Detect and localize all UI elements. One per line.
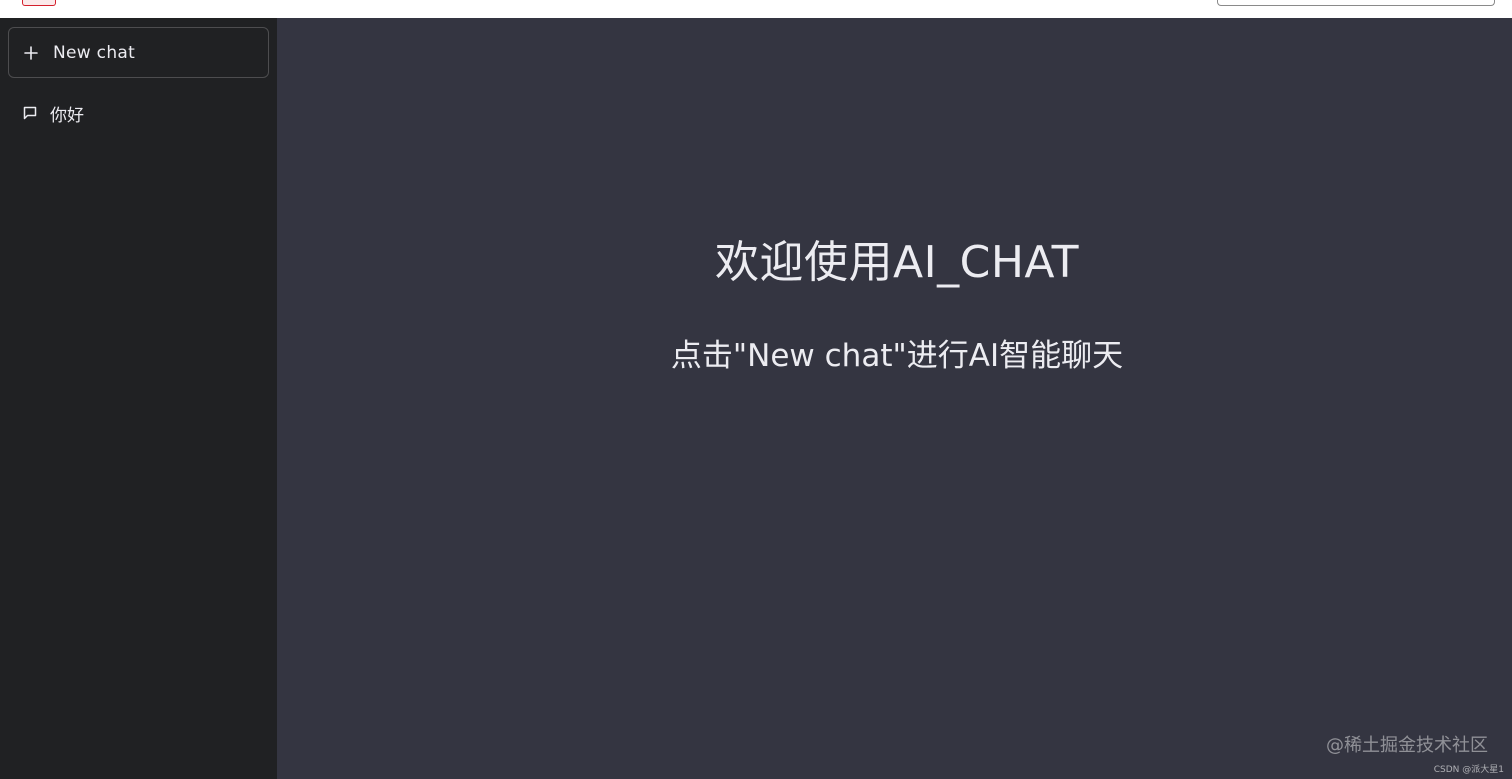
chat-list-item-label: 你好: [50, 105, 84, 126]
welcome-title: 欢迎使用AI_CHAT: [715, 237, 1079, 288]
logo[interactable]: [22, 0, 56, 6]
message-square-icon: [22, 105, 38, 121]
watermark-juejin: @稀土掘金技术社区: [1326, 735, 1488, 756]
top-search-input[interactable]: [1217, 0, 1495, 6]
new-chat-label: New chat: [53, 42, 136, 63]
plus-icon: [23, 45, 39, 61]
main-panel: 欢迎使用AI_CHAT 点击"New chat"进行AI智能聊天 @稀土掘金技术…: [277, 18, 1512, 779]
new-chat-button[interactable]: New chat: [8, 27, 269, 78]
top-bar: [0, 0, 1512, 18]
sidebar: New chat 你好: [0, 18, 277, 779]
welcome-subtitle: 点击"New chat"进行AI智能聊天: [670, 338, 1124, 374]
chat-list-item[interactable]: 你好: [8, 96, 269, 130]
watermark-csdn: CSDN @派大星1: [1433, 765, 1504, 775]
